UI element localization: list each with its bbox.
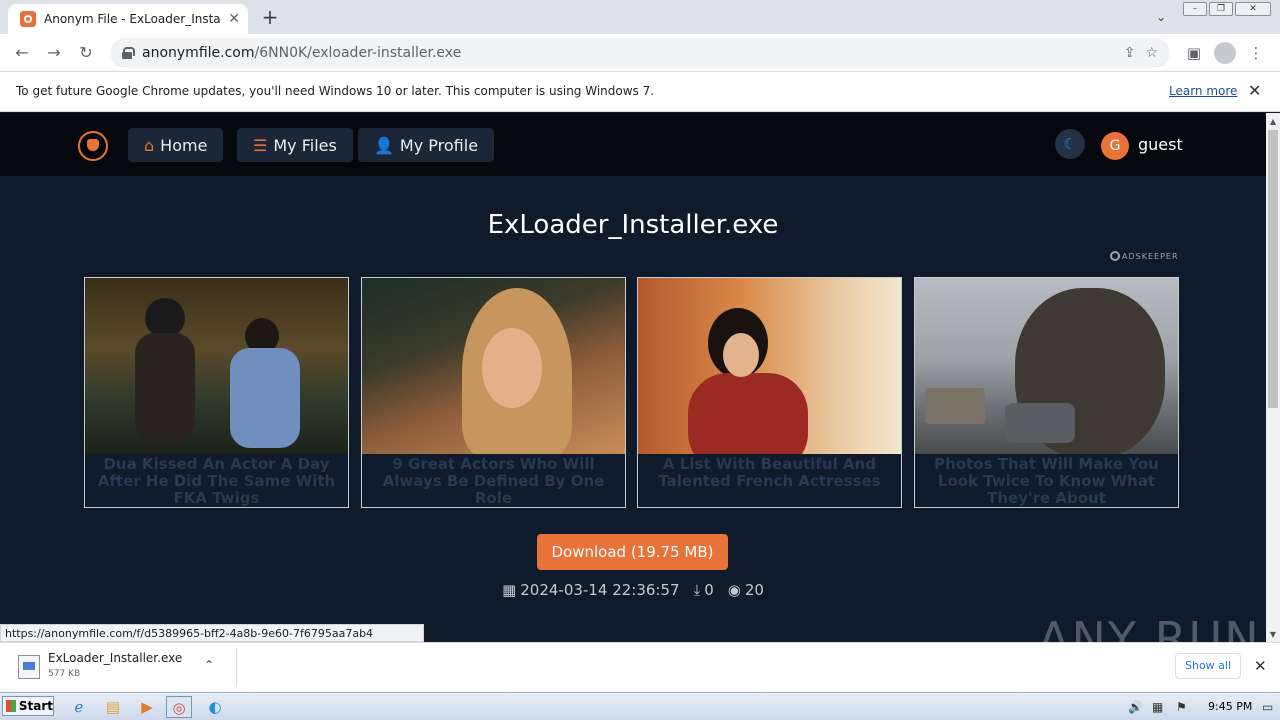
download-icon: ⤓ bbox=[693, 581, 701, 599]
file-icon[interactable] bbox=[18, 655, 40, 679]
bookmark-star-icon[interactable]: ☆ bbox=[1145, 45, 1158, 61]
view-count-value: 20 bbox=[744, 581, 764, 599]
url-text[interactable]: anonymfile.com/6NN0K/exloader-installer.… bbox=[142, 45, 1114, 61]
volume-icon[interactable]: 🔊 bbox=[1128, 700, 1143, 714]
windows-flag-icon bbox=[6, 700, 16, 712]
reload-icon[interactable]: ↻ bbox=[74, 41, 98, 65]
start-button[interactable]: Start bbox=[2, 696, 54, 716]
file-title: ExLoader_Installer.exe bbox=[487, 210, 779, 240]
download-button[interactable]: Download (19.75 MB) bbox=[537, 534, 728, 570]
eye-icon: ◉ bbox=[727, 581, 741, 599]
upload-date-value: 2024-03-14 22:36:57 bbox=[520, 581, 680, 599]
windows-taskbar bbox=[0, 692, 1280, 720]
nav-my-profile-label: My Profile bbox=[399, 135, 479, 155]
ad-image[interactable] bbox=[638, 278, 901, 454]
update-infobar: To get future Google Chrome updates, you… bbox=[0, 72, 1280, 112]
url-path: /6NN0K/exloader-installer.exe bbox=[254, 45, 462, 61]
nav-my-files-label: My Files bbox=[273, 135, 337, 155]
download-count-value: 0 bbox=[704, 581, 714, 599]
back-arrow-icon[interactable]: ← bbox=[10, 41, 34, 65]
address-bar[interactable]: anonymfile.com/6NN0K/exloader-installer.… bbox=[110, 38, 1170, 68]
ad-image[interactable] bbox=[915, 278, 1178, 454]
edge-icon[interactable]: ◐ bbox=[202, 696, 228, 718]
site-navbar: ⌂ Home ☰ My Files 👤 My Profile ☾ G guest bbox=[0, 113, 1266, 176]
web-page: ⌂ Home ☰ My Files 👤 My Profile ☾ G guest… bbox=[0, 113, 1266, 642]
learn-more-link[interactable]: Learn more bbox=[1169, 84, 1237, 98]
ad-image[interactable] bbox=[362, 278, 625, 454]
shelf-close-icon[interactable]: ✕ bbox=[1254, 657, 1267, 675]
ad-image[interactable] bbox=[85, 278, 348, 454]
ie-icon[interactable]: ℯ bbox=[66, 696, 92, 718]
chrome-icon[interactable]: ◎ bbox=[166, 696, 192, 718]
calendar-icon: ▦ bbox=[502, 581, 517, 599]
ad-caption[interactable]: Dua Kissed An Actor A Day After He Did T… bbox=[85, 454, 348, 507]
ad-card[interactable]: 9 Great Actors Who Will Always Be Define… bbox=[361, 277, 626, 508]
lock-icon[interactable] bbox=[122, 47, 135, 59]
nav-my-files-button[interactable]: ☰ My Files bbox=[237, 128, 353, 162]
ad-card[interactable]: A List With Beautiful And Talented Frenc… bbox=[637, 277, 902, 508]
ad-caption[interactable]: Photos That Will Make You Look Twice To … bbox=[915, 454, 1178, 507]
start-label: Start bbox=[18, 699, 53, 713]
site-favicon-icon bbox=[20, 11, 36, 27]
close-window-button[interactable]: ✕ bbox=[1235, 2, 1271, 16]
tab-title: Anonym File - ExLoader_Installer.exe bbox=[44, 12, 221, 26]
home-icon: ⌂ bbox=[144, 135, 155, 155]
ad-card[interactable]: Photos That Will Make You Look Twice To … bbox=[914, 277, 1179, 508]
tab-search-chevron-icon[interactable]: ⌄ bbox=[1150, 6, 1172, 28]
chevron-up-icon[interactable]: ⌃ bbox=[204, 658, 214, 672]
file-meta: ▦ 2024-03-14 22:36:57 ⤓ 0 ◉ 20 bbox=[0, 581, 1266, 599]
taskbar-clock[interactable]: 9:45 PM bbox=[1208, 700, 1252, 713]
ad-caption[interactable]: 9 Great Actors Who Will Always Be Define… bbox=[362, 454, 625, 507]
tab-close-icon[interactable]: ✕ bbox=[228, 11, 240, 27]
browser-tab[interactable]: Anonym File - ExLoader_Installer.exe ✕ bbox=[8, 4, 248, 34]
action-center-flag-icon[interactable]: ⚑ bbox=[1176, 700, 1187, 714]
scroll-down-icon[interactable]: ▼ bbox=[1266, 628, 1280, 642]
user-icon: 👤 bbox=[374, 135, 394, 155]
forward-arrow-icon[interactable]: → bbox=[42, 41, 66, 65]
show-desktop-icon[interactable]: ▭ bbox=[1262, 700, 1273, 714]
dark-mode-moon-icon[interactable]: ☾ bbox=[1055, 129, 1085, 159]
site-logo-icon[interactable] bbox=[78, 131, 108, 161]
download-count: ⤓ 0 bbox=[694, 581, 714, 599]
nav-home-label: Home bbox=[160, 135, 208, 155]
downloaded-file-size: 577 KB bbox=[48, 669, 81, 679]
username[interactable]: guest bbox=[1138, 135, 1183, 154]
media-player-icon[interactable]: ▶ bbox=[134, 696, 160, 718]
status-bar-url: https://anonymfile.com/f/d5389965-bff2-4… bbox=[0, 624, 424, 642]
adskeeper-key-icon bbox=[1110, 251, 1120, 261]
explorer-folder-icon[interactable]: ▤ bbox=[100, 696, 126, 718]
adskeeper-label: ADSKEEPER bbox=[1122, 251, 1179, 261]
view-count: ◉ 20 bbox=[728, 581, 764, 599]
shelf-divider bbox=[236, 648, 237, 686]
upload-date: ▦ 2024-03-14 22:36:57 bbox=[502, 581, 680, 599]
ad-card[interactable]: Dua Kissed An Actor A Day After He Did T… bbox=[84, 277, 349, 508]
downloaded-file-name[interactable]: ExLoader_Installer.exe bbox=[48, 651, 182, 665]
user-avatar[interactable]: G bbox=[1101, 132, 1129, 160]
profile-avatar-icon[interactable] bbox=[1214, 42, 1236, 64]
menu-kebab-icon[interactable]: ⋮ bbox=[1244, 41, 1268, 65]
new-tab-button[interactable]: + bbox=[258, 6, 282, 30]
nav-home-button[interactable]: ⌂ Home bbox=[128, 128, 224, 162]
adskeeper-badge[interactable]: ADSKEEPER bbox=[1110, 251, 1179, 261]
side-panel-icon[interactable]: ▣ bbox=[1182, 41, 1206, 65]
network-icon[interactable]: ▦ bbox=[1152, 700, 1163, 714]
scroll-up-icon[interactable]: ▲ bbox=[1266, 115, 1280, 129]
restore-button[interactable]: ❐ bbox=[1209, 2, 1233, 16]
list-icon: ☰ bbox=[253, 135, 268, 155]
url-domain: anonymfile.com bbox=[142, 45, 255, 61]
download-shelf bbox=[0, 642, 1280, 692]
nav-my-profile-button[interactable]: 👤 My Profile bbox=[358, 128, 495, 162]
infobar-close-icon[interactable]: ✕ bbox=[1248, 81, 1261, 100]
minimize-button[interactable]: – bbox=[1183, 2, 1207, 16]
ad-caption[interactable]: A List With Beautiful And Talented Frenc… bbox=[638, 454, 901, 490]
infobar-message: To get future Google Chrome updates, you… bbox=[16, 84, 655, 98]
scrollbar-thumb[interactable] bbox=[1268, 130, 1278, 408]
show-all-button[interactable]: Show all bbox=[1175, 653, 1241, 679]
share-icon[interactable]: ⇪ bbox=[1124, 45, 1136, 61]
